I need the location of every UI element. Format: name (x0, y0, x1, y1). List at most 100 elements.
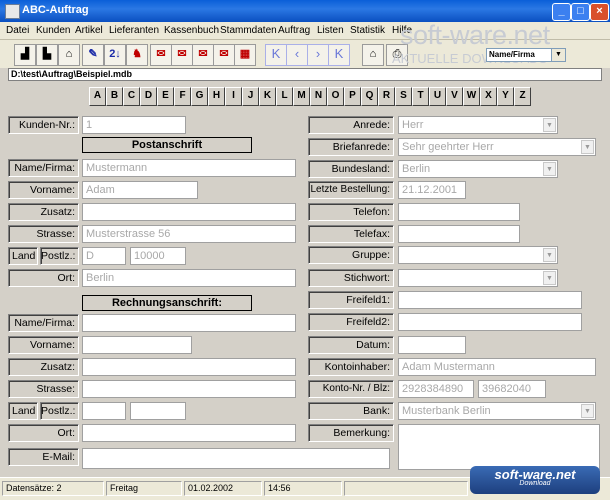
billing-city-field[interactable] (82, 424, 296, 442)
letter-button-r[interactable]: R (378, 87, 395, 106)
street-field[interactable]: Musterstrasse 56 (82, 225, 296, 243)
letter-button-g[interactable]: G (191, 87, 208, 106)
billing-name-label: Name/Firma: (8, 314, 79, 332)
bank-value: Musterbank Berlin (402, 405, 491, 417)
date-label: Datum: (308, 336, 394, 354)
letter-button-u[interactable]: U (429, 87, 446, 106)
nav-prev-icon[interactable]: ‹ (286, 44, 308, 66)
letter-button-s[interactable]: S (395, 87, 412, 106)
menu-artikel[interactable]: Artikel (75, 25, 103, 36)
delete-icon[interactable]: ⌂ (58, 44, 80, 66)
email-field[interactable] (82, 448, 390, 469)
bank-select[interactable]: Musterbank Berlin ▼ (398, 402, 596, 420)
letter-button-b[interactable]: B (106, 87, 123, 106)
letter-button-q[interactable]: Q (361, 87, 378, 106)
menu-stammdaten[interactable]: Stammdaten (220, 25, 277, 36)
first-name-label: Vorname: (8, 181, 79, 199)
account-holder-field[interactable]: Adam Mustermann (398, 358, 596, 376)
edit-icon[interactable]: ✎ (82, 44, 104, 66)
letter-button-e[interactable]: E (157, 87, 174, 106)
postcode-field[interactable]: 10000 (130, 247, 186, 265)
date-field[interactable] (398, 336, 466, 354)
chevron-down-icon[interactable]: ▼ (543, 248, 556, 262)
letter-button-l[interactable]: L (276, 87, 293, 106)
letter-button-i[interactable]: I (225, 87, 242, 106)
free-field-2[interactable] (398, 313, 582, 331)
nav-first-icon[interactable]: K (265, 44, 287, 66)
chevron-down-icon[interactable]: ▼ (543, 118, 556, 132)
nav-last-icon[interactable]: K (328, 44, 350, 66)
letter-salutation-select[interactable]: Sehr geehrter Herr ▼ (398, 138, 596, 156)
first-page-icon[interactable]: ▟ (14, 44, 36, 66)
calendar-icon[interactable]: ▦ (234, 44, 256, 66)
fax-field[interactable] (398, 225, 520, 243)
mail-icon-1[interactable]: ✉ (150, 44, 172, 66)
letter-button-h[interactable]: H (208, 87, 225, 106)
chevron-down-icon[interactable]: ▼ (581, 404, 594, 418)
letter-button-z[interactable]: Z (514, 87, 531, 106)
search-icon[interactable]: ♞ (126, 44, 148, 66)
salutation-select[interactable]: Herr ▼ (398, 116, 558, 134)
letter-button-y[interactable]: Y (497, 87, 514, 106)
menu-datei[interactable]: Datei (6, 25, 29, 36)
sort-icon[interactable]: 2↓ (104, 44, 126, 66)
menu-auftrag[interactable]: Auftrag (278, 25, 310, 36)
account-number-field[interactable]: 2928384890 (398, 380, 474, 398)
mail-icon-4[interactable]: ✉ (213, 44, 235, 66)
last-order-label: Letzte Bestellung: (308, 181, 394, 199)
billing-postcode-field[interactable] (130, 402, 186, 420)
mail-icon-2[interactable]: ✉ (171, 44, 193, 66)
bank-label: Bank: (308, 402, 394, 420)
last-order-field[interactable]: 21.12.2001 (398, 181, 466, 199)
letter-button-m[interactable]: M (293, 87, 310, 106)
remarks-label: Bemerkung: (308, 424, 394, 442)
group-select[interactable]: ▼ (398, 246, 558, 264)
chevron-down-icon[interactable]: ▼ (551, 49, 565, 61)
letter-button-w[interactable]: W (463, 87, 480, 106)
home-icon[interactable]: ⌂ (362, 44, 384, 66)
letter-button-d[interactable]: D (140, 87, 157, 106)
letter-button-t[interactable]: T (412, 87, 429, 106)
chevron-down-icon[interactable]: ▼ (543, 162, 556, 176)
name-field[interactable]: Mustermann (82, 159, 296, 177)
menu-listen[interactable]: Listen (317, 25, 344, 36)
state-select[interactable]: Berlin ▼ (398, 160, 558, 178)
letter-button-v[interactable]: V (446, 87, 463, 106)
account-number-label: Konto-Nr. / Blz: (308, 380, 394, 398)
nav-next-icon[interactable]: › (307, 44, 329, 66)
billing-country-field[interactable] (82, 402, 126, 420)
billing-first-name-field[interactable] (82, 336, 192, 354)
customer-number-field[interactable]: 1 (82, 116, 186, 134)
menu-kunden[interactable]: Kunden (36, 25, 70, 36)
mail-icon-3[interactable]: ✉ (192, 44, 214, 66)
chevron-down-icon[interactable]: ▼ (543, 271, 556, 285)
letter-button-f[interactable]: F (174, 87, 191, 106)
remarks-field[interactable] (398, 424, 600, 470)
last-page-icon[interactable]: ▙ (36, 44, 58, 66)
country-field[interactable]: D (82, 247, 126, 265)
letter-button-n[interactable]: N (310, 87, 327, 106)
first-name-field[interactable]: Adam (82, 181, 198, 199)
keyword-select[interactable]: ▼ (398, 269, 558, 287)
phone-field[interactable] (398, 203, 520, 221)
addition-field[interactable] (82, 203, 296, 221)
city-field[interactable]: Berlin (82, 269, 296, 287)
letter-button-o[interactable]: O (327, 87, 344, 106)
letter-button-p[interactable]: P (344, 87, 361, 106)
chevron-down-icon[interactable]: ▼ (581, 140, 594, 154)
menu-statistik[interactable]: Statistik (350, 25, 385, 36)
billing-country-label: Land (8, 402, 38, 420)
letter-button-j[interactable]: J (242, 87, 259, 106)
bank-code-field[interactable]: 39682040 (478, 380, 546, 398)
billing-street-field[interactable] (82, 380, 296, 398)
menu-lieferanten[interactable]: Lieferanten (109, 25, 159, 36)
free-field-1[interactable] (398, 291, 582, 309)
letter-button-k[interactable]: K (259, 87, 276, 106)
menu-kassenbuch[interactable]: Kassenbuch (164, 25, 219, 36)
letter-button-a[interactable]: A (89, 87, 106, 106)
billing-name-field[interactable] (82, 314, 296, 332)
letter-button-c[interactable]: C (123, 87, 140, 106)
letter-button-x[interactable]: X (480, 87, 497, 106)
billing-addition-field[interactable] (82, 358, 296, 376)
sort-field-select[interactable]: Name/Firma ▼ (486, 48, 566, 62)
